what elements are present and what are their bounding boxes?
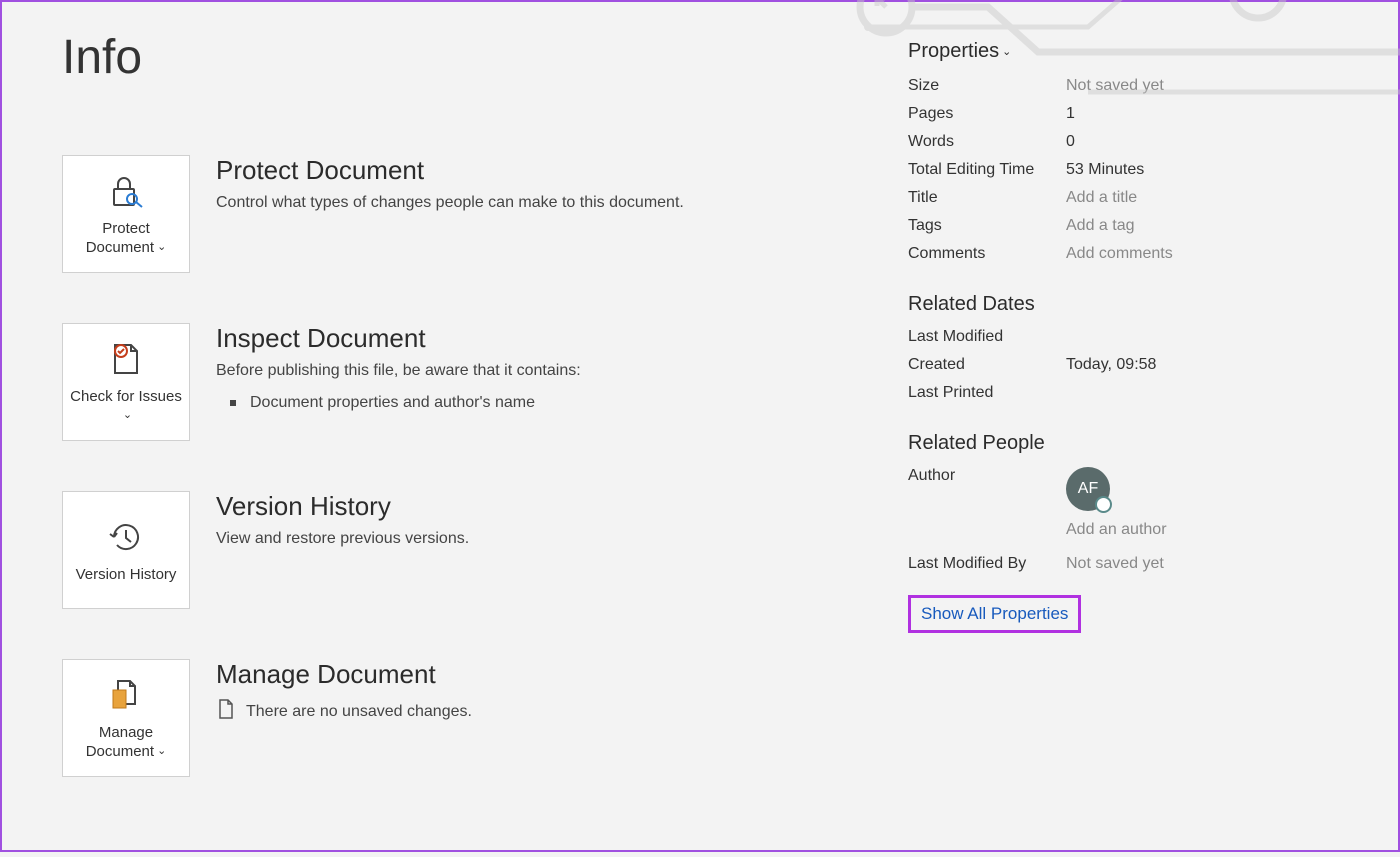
prop-comments-value[interactable]: Add comments xyxy=(1066,245,1338,263)
created-value: Today, 09:58 xyxy=(1066,356,1338,374)
tile-label: Protect Document⌄ xyxy=(67,220,185,258)
prop-title-label: Title xyxy=(908,189,1066,207)
section-protect: Protect Document⌄ Protect Document Contr… xyxy=(62,155,868,273)
chevron-down-icon: ⌄ xyxy=(157,745,166,759)
tile-label: Version History xyxy=(76,566,177,585)
inspect-bullet: Document properties and author's name xyxy=(216,390,581,416)
show-all-properties-link[interactable]: Show All Properties xyxy=(921,604,1068,623)
prop-comments-label: Comments xyxy=(908,245,1066,263)
section-inspect: Check for Issues⌄ Inspect Document Befor… xyxy=(62,323,868,441)
protect-desc: Control what types of changes people can… xyxy=(216,194,684,212)
prop-pages-label: Pages xyxy=(908,105,1066,123)
prop-size-value: Not saved yet xyxy=(1066,77,1338,95)
tile-label: Manage Document⌄ xyxy=(67,724,185,762)
check-for-issues-tile[interactable]: Check for Issues⌄ xyxy=(62,323,190,441)
add-author-input[interactable]: Add an author xyxy=(1066,521,1338,539)
inspect-heading: Inspect Document xyxy=(216,323,581,354)
protect-document-tile[interactable]: Protect Document⌄ xyxy=(62,155,190,273)
protect-heading: Protect Document xyxy=(216,155,684,186)
lock-key-icon xyxy=(105,170,147,212)
chevron-down-icon: ⌄ xyxy=(1002,45,1011,58)
manage-desc: There are no unsaved changes. xyxy=(216,698,472,725)
prop-edit-time-label: Total Editing Time xyxy=(908,161,1066,179)
chevron-down-icon: ⌄ xyxy=(123,409,132,423)
show-all-highlight: Show All Properties xyxy=(908,595,1081,633)
section-manage: Manage Document⌄ Manage Document There a… xyxy=(62,659,868,777)
prop-title-value[interactable]: Add a title xyxy=(1066,189,1338,207)
last-modified-value xyxy=(1066,328,1338,346)
prop-words-value: 0 xyxy=(1066,133,1338,151)
section-version: Version History Version History View and… xyxy=(62,491,868,609)
document-stack-icon xyxy=(105,674,147,716)
prop-pages-value: 1 xyxy=(1066,105,1338,123)
version-history-tile[interactable]: Version History xyxy=(62,491,190,609)
history-clock-icon xyxy=(105,516,147,558)
prop-tags-value[interactable]: Add a tag xyxy=(1066,217,1338,235)
prop-tags-label: Tags xyxy=(908,217,1066,235)
tile-label: Check for Issues⌄ xyxy=(67,388,185,426)
manage-document-tile[interactable]: Manage Document⌄ xyxy=(62,659,190,777)
created-label: Created xyxy=(908,356,1066,374)
author-label: Author xyxy=(908,467,1066,485)
properties-dropdown[interactable]: Properties⌄ xyxy=(908,40,1338,63)
last-modified-by-value: Not saved yet xyxy=(1066,555,1338,573)
last-modified-by-label: Last Modified By xyxy=(908,555,1066,573)
last-printed-value xyxy=(1066,384,1338,402)
manage-heading: Manage Document xyxy=(216,659,472,690)
page-title: Info xyxy=(62,30,868,85)
document-check-icon xyxy=(105,338,147,380)
author-avatar[interactable]: AF xyxy=(1066,467,1110,511)
prop-words-label: Words xyxy=(908,133,1066,151)
inspect-desc: Before publishing this file, be aware th… xyxy=(216,362,581,380)
last-printed-label: Last Printed xyxy=(908,384,1066,402)
prop-size-label: Size xyxy=(908,77,1066,95)
version-desc: View and restore previous versions. xyxy=(216,530,469,548)
related-people-header: Related People xyxy=(908,432,1338,455)
prop-edit-time-value: 53 Minutes xyxy=(1066,161,1338,179)
last-modified-label: Last Modified xyxy=(908,328,1066,346)
document-small-icon xyxy=(216,698,236,725)
chevron-down-icon: ⌄ xyxy=(157,241,166,255)
version-heading: Version History xyxy=(216,491,469,522)
related-dates-header: Related Dates xyxy=(908,293,1338,316)
